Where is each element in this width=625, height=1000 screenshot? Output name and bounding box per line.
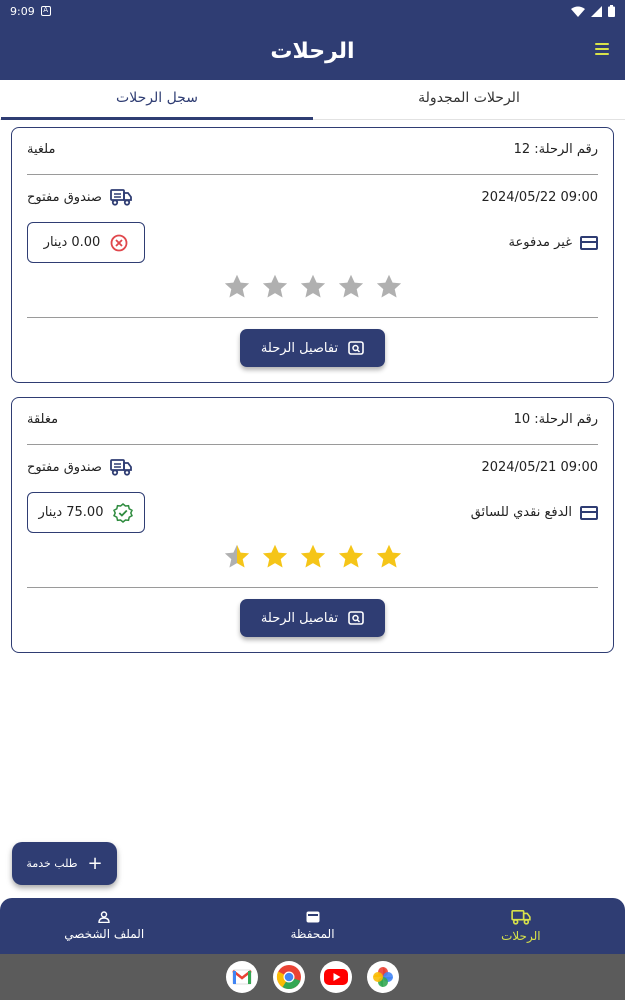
trip-status: مغلقة [27, 412, 59, 427]
trip-status: ملغية [27, 142, 56, 157]
star-half-icon[interactable] [223, 543, 251, 571]
rating-stars [12, 273, 613, 301]
trip-datetime: 09:00 2024/05/22 [481, 189, 598, 205]
trip-payment-row: الدفع نقدي للسائق 75.00 دينار [27, 492, 598, 533]
trip-header-row: رقم الرحلة: 10 مغلقة [27, 412, 598, 427]
cancel-circle-icon [110, 234, 128, 251]
star-icon[interactable] [261, 273, 289, 301]
battery-icon [608, 5, 615, 17]
box-type-label: صندوق مفتوح [27, 189, 102, 205]
payment-method: الدفع نقدي للسائق [471, 505, 598, 520]
person-icon [98, 911, 110, 923]
status-bar: 9:09 A [0, 0, 625, 22]
star-icon[interactable] [299, 273, 327, 301]
status-left: 9:09 A [10, 5, 51, 18]
amount-box: 75.00 دينار [27, 492, 145, 533]
payment-method-label: الدفع نقدي للسائق [470, 505, 572, 520]
notification-icon: A [40, 6, 51, 16]
tab-scheduled-trips[interactable]: الرحلات المجدولة [313, 80, 625, 119]
status-time: 9:09 [10, 4, 35, 18]
details-icon [348, 611, 364, 625]
payment-method: غير مدفوعة [509, 235, 598, 250]
trip-amount: 75.00 دينار [38, 505, 104, 520]
star-icon[interactable] [223, 273, 251, 301]
nav-item-trips[interactable]: الرحلات [417, 898, 625, 954]
trip-card: رقم الرحلة: 12 ملغية 09:00 2024/05/22 صن… [11, 127, 614, 383]
credit-card-icon [580, 235, 598, 250]
bottom-nav: الرحلات المحفظة الملف الشخصي [0, 898, 625, 954]
trip-header-row: رقم الرحلة: 12 ملغية [27, 142, 598, 157]
trip-details-label: تفاصيل الرحلة [260, 610, 339, 626]
tab-bar: الرحلات المجدولة سجل الرحلات [0, 80, 625, 120]
wallet-icon [306, 911, 320, 923]
box-type: صندوق مفتوح [27, 188, 132, 206]
star-icon[interactable] [375, 543, 403, 571]
wifi-icon [571, 6, 585, 17]
divider [27, 587, 598, 588]
divider [27, 317, 598, 318]
star-icon[interactable] [261, 543, 289, 571]
divider [27, 444, 598, 445]
star-icon[interactable] [299, 543, 327, 571]
trip-number: رقم الرحلة: 12 [513, 142, 598, 157]
truck-icon [109, 459, 132, 476]
trip-details-button[interactable]: تفاصيل الرحلة [240, 599, 385, 637]
request-service-button[interactable]: + طلب خدمة [12, 842, 117, 885]
amount-box: 0.00 دينار [27, 222, 145, 263]
youtube-icon[interactable] [320, 961, 352, 993]
tab-trip-history[interactable]: سجل الرحلات [1, 80, 313, 120]
nav-label: المحفظة [290, 927, 335, 941]
truck-icon [109, 189, 132, 206]
nav-item-profile[interactable]: الملف الشخصي [0, 898, 208, 954]
divider [27, 174, 598, 175]
signal-icon [591, 5, 602, 17]
trip-details-label: تفاصيل الرحلة [260, 340, 339, 356]
star-icon[interactable] [375, 273, 403, 301]
app-bar: الرحلات [0, 22, 625, 80]
chrome-icon[interactable] [273, 961, 305, 993]
credit-card-icon [580, 505, 598, 520]
truck-icon [511, 909, 531, 925]
page-title: الرحلات [270, 38, 355, 64]
payment-method-label: غير مدفوعة [508, 235, 572, 250]
nav-item-wallet[interactable]: المحفظة [208, 898, 416, 954]
trip-number: رقم الرحلة: 10 [513, 412, 598, 427]
box-type: صندوق مفتوح [27, 458, 132, 476]
rating-stars [12, 543, 613, 571]
box-type-label: صندوق مفتوح [27, 459, 102, 475]
nav-label: الرحلات [501, 929, 541, 943]
trip-card: رقم الرحلة: 10 مغلقة 09:00 2024/05/21 صن… [11, 397, 614, 653]
request-service-label: طلب خدمة [26, 857, 78, 870]
trip-info-row: 09:00 2024/05/22 صندوق مفتوح [27, 188, 598, 206]
details-icon [348, 341, 364, 355]
system-dock [0, 954, 625, 1000]
trip-datetime: 09:00 2024/05/21 [481, 459, 598, 475]
plus-icon: + [87, 852, 103, 874]
status-right [571, 5, 615, 17]
star-icon[interactable] [337, 273, 365, 301]
nav-label: الملف الشخصي [64, 927, 145, 941]
trip-amount: 0.00 دينار [43, 235, 101, 250]
verified-check-icon [113, 502, 134, 523]
photos-icon[interactable] [367, 961, 399, 993]
trip-details-button[interactable]: تفاصيل الرحلة [240, 329, 385, 367]
gmail-icon[interactable] [226, 961, 258, 993]
trip-payment-row: غير مدفوعة 0.00 دينار [27, 222, 598, 263]
star-icon[interactable] [337, 543, 365, 571]
menu-icon[interactable] [595, 43, 609, 55]
trip-info-row: 09:00 2024/05/21 صندوق مفتوح [27, 458, 598, 476]
